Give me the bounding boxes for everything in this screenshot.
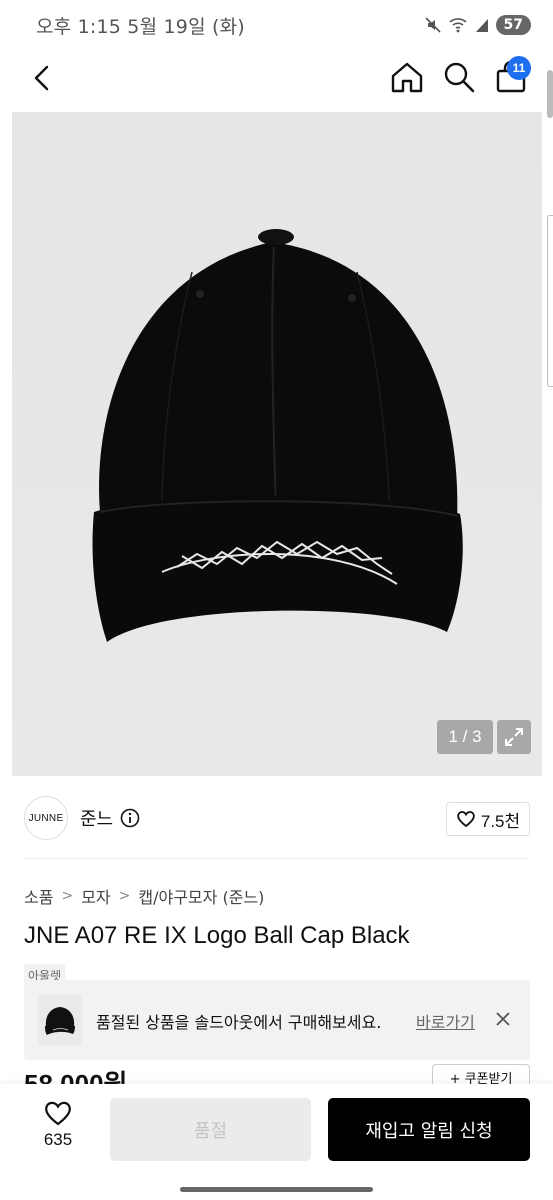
soldout-button: 품절	[110, 1098, 311, 1161]
coupon-button[interactable]: + 쿠폰받기	[432, 1064, 530, 1086]
chevron-right-icon: >	[118, 888, 131, 904]
expand-image-button[interactable]	[497, 720, 531, 754]
breadcrumb: 소품 > 모자 > 캡/야구모자 (준느)	[24, 884, 264, 908]
close-icon[interactable]	[494, 1010, 512, 1028]
banner-thumbnail	[38, 994, 82, 1046]
breadcrumb-item-1[interactable]: 소품	[24, 884, 53, 908]
back-arrow-icon	[34, 65, 49, 91]
product-image-gallery[interactable]: 1 / 3	[12, 112, 542, 776]
product-photo-cap	[92, 229, 463, 642]
status-icons: 57	[424, 15, 531, 35]
heart-icon	[45, 1101, 71, 1126]
mute-icon	[424, 17, 441, 33]
restock-alert-button[interactable]: 재입고 알림 신청	[328, 1098, 530, 1161]
product-title: JNE A07 RE IX Logo Ball Cap Black	[24, 922, 410, 949]
back-button[interactable]	[26, 62, 58, 94]
wishlist-count: 635	[43, 1130, 73, 1149]
status-bar: 오후 1:15 5월 19일 (화) 57	[0, 0, 553, 50]
signal-icon	[475, 19, 488, 32]
search-icon	[444, 62, 475, 93]
wishlist-button[interactable]: 635	[30, 1100, 86, 1156]
soldout-message: 품절된 상품을 솔드아웃에서 구매해보세요.	[96, 1013, 382, 1032]
home-button[interactable]	[390, 60, 424, 94]
bottom-action-bar: 635 품절 재입고 알림 신청	[0, 1084, 553, 1200]
divider	[24, 858, 530, 859]
info-icon[interactable]	[120, 808, 140, 828]
expand-icon	[505, 728, 523, 746]
gallery-page-indicator: 1 / 3	[437, 720, 493, 754]
side-handle[interactable]	[547, 215, 553, 387]
breadcrumb-item-2[interactable]: 모자	[81, 884, 110, 908]
brand-name[interactable]: 준느	[80, 805, 113, 831]
heart-icon	[457, 811, 475, 828]
soldout-shortcut-link[interactable]: 바로가기	[416, 1009, 475, 1033]
soldout-banner: 품절된 상품을 솔드아웃에서 구매해보세요. 바로가기	[24, 980, 530, 1060]
brand-like-count: 7.5천	[480, 811, 521, 831]
home-icon	[391, 62, 423, 93]
battery-icon: 57	[495, 15, 531, 35]
top-nav	[0, 50, 553, 108]
brand-logo[interactable]: JUNNE	[24, 796, 68, 840]
brand-row: JUNNE 준느 7.5천	[24, 796, 530, 840]
home-indicator[interactable]	[180, 1187, 373, 1192]
breadcrumb-item-3[interactable]: 캡/야구모자 (준느)	[138, 884, 264, 908]
cap-thumbnail-icon	[45, 1007, 75, 1035]
product-price: 58,000원	[24, 1069, 128, 1084]
cart-count-badge: 11	[507, 56, 531, 80]
brand-like-button[interactable]: 7.5천	[446, 802, 530, 836]
wifi-icon	[448, 18, 467, 33]
chevron-right-icon: >	[61, 888, 74, 904]
search-button[interactable]	[442, 60, 476, 94]
scrollbar[interactable]	[547, 70, 553, 118]
status-time: 오후 1:15 5월 19일 (화)	[36, 15, 245, 38]
